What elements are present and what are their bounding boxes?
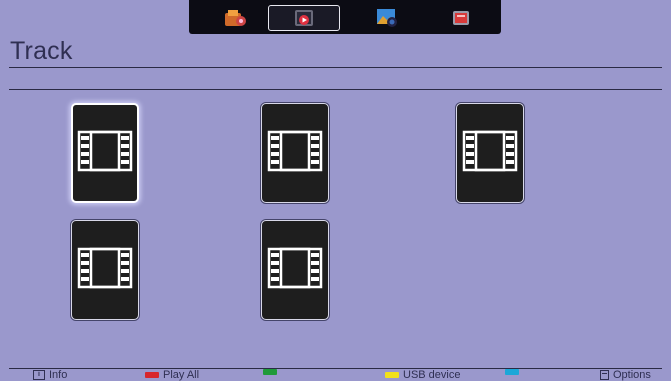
photo-camera-icon [375, 7, 399, 29]
footer-options-label: Options [613, 369, 651, 381]
footer-play-all-label: Play All [163, 369, 200, 381]
options-icon [600, 370, 609, 380]
content-divider [9, 89, 662, 90]
source-tv-channels[interactable] [199, 5, 271, 31]
track-tile[interactable] [71, 220, 139, 320]
footer-options[interactable]: Options [600, 369, 651, 381]
video-player-icon [293, 8, 315, 28]
green-key-icon [263, 369, 277, 375]
music-folder-icon [450, 8, 472, 28]
footer-usb-label: USB device [403, 369, 461, 381]
film-strip-icon [77, 247, 133, 294]
track-tile[interactable] [456, 103, 524, 203]
source-music[interactable] [425, 5, 497, 31]
footer-green-button[interactable] [263, 369, 277, 375]
footer-info[interactable]: i Info [33, 369, 67, 381]
title-divider [9, 67, 662, 68]
tv-channels-icon [222, 7, 248, 29]
footer-red-button[interactable]: Play All [145, 369, 199, 381]
source-video[interactable] [268, 5, 340, 31]
film-strip-icon [267, 130, 323, 177]
footer-info-label: Info [49, 369, 68, 381]
film-strip-icon [267, 247, 323, 294]
track-tile[interactable] [71, 103, 139, 203]
page-title: Track [10, 37, 73, 65]
source-bar [189, 0, 501, 34]
footer-yellow-button[interactable]: USB device [385, 369, 460, 381]
yellow-key-icon [385, 372, 399, 378]
source-photos[interactable] [351, 5, 423, 31]
red-key-icon [145, 372, 159, 378]
footer-blue-button[interactable] [505, 369, 519, 375]
info-icon: i [33, 370, 45, 380]
track-tile[interactable] [261, 220, 329, 320]
film-strip-icon [462, 130, 518, 177]
track-tile[interactable] [261, 103, 329, 203]
film-strip-icon [77, 130, 133, 177]
blue-key-icon [505, 369, 519, 375]
footer-bar: i Info Play All USB device Options [0, 369, 671, 381]
